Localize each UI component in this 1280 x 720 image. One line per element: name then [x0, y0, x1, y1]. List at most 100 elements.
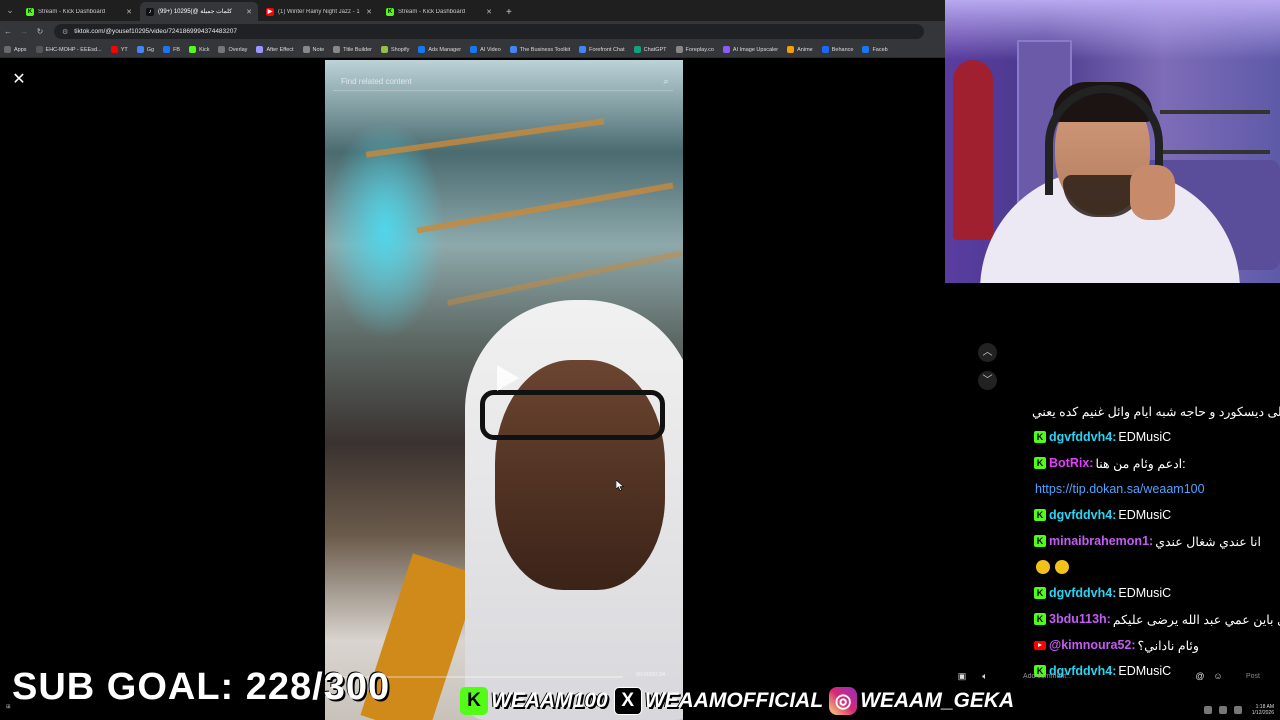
bookmark-item[interactable]: Gg — [136, 46, 154, 53]
mouse-cursor-icon — [616, 480, 624, 491]
tab-search-icon[interactable]: ⌄ — [0, 0, 20, 21]
emoji-icon[interactable]: ☺ — [1211, 669, 1225, 683]
related-search-input[interactable] — [341, 76, 659, 86]
bookmark-item[interactable]: After Effect — [256, 46, 294, 53]
bookmark-item[interactable]: Title Builder — [333, 46, 372, 53]
chevron-up-icon[interactable]: ︿ — [978, 343, 997, 362]
bookmark-item[interactable]: Behance — [821, 46, 853, 53]
browser-tab[interactable]: ♪ (99+) كلمات جميلة @)10295 ✕ — [140, 2, 258, 21]
post-button[interactable]: Post — [1246, 673, 1260, 680]
bookmark-item[interactable]: Forefront Chat — [579, 46, 625, 53]
tab-close-icon[interactable]: ✕ — [126, 8, 132, 16]
system-clock[interactable]: 1:18 AM 1/12/2026 — [1252, 704, 1274, 716]
social-handle: ◎ WEAAM_GEKA — [829, 687, 1014, 715]
bookmark-item[interactable]: The Business Toolkit — [509, 46, 570, 53]
bookmark-item[interactable]: Faceb — [862, 46, 888, 53]
bookmark-item[interactable]: EHC-MOHP - EEEsd... — [35, 46, 102, 53]
bookmark-favicon-icon — [579, 46, 587, 53]
comment-input[interactable] — [1023, 672, 1193, 680]
bookmark-item[interactable]: Shopify — [381, 46, 409, 53]
bookmark-favicon-icon — [110, 46, 118, 53]
bookmark-favicon-icon — [787, 46, 795, 53]
search-icon[interactable]: ⌕ — [659, 76, 673, 87]
bookmark-item[interactable]: Foreplay.co — [675, 46, 714, 53]
tab-favicon-icon: K — [26, 7, 34, 16]
bookmark-label: Anime — [797, 46, 813, 53]
bookmark-favicon-icon — [218, 46, 226, 53]
comment-bar: ▣ 🔈︎ @ ☺ Post — [955, 665, 1280, 687]
chat-message: K3bdu113h:شغال باين عمي عبد الله يرضى عل… — [1030, 606, 1280, 632]
bookmark-favicon-icon — [418, 46, 426, 53]
chat-username[interactable]: @kimnoura52: — [1049, 638, 1136, 652]
chat-message: Kdgvfddvh4: EDMusiC — [1030, 502, 1280, 528]
bookmark-item[interactable]: Anime — [787, 46, 813, 53]
new-tab-button[interactable]: + — [500, 7, 518, 21]
bookmark-favicon-icon — [821, 46, 829, 53]
bookmark-favicon-icon — [862, 46, 870, 53]
chevron-down-icon[interactable]: ﹀ — [978, 371, 997, 390]
bookmark-label: Kick — [199, 46, 210, 53]
chat-link[interactable]: https://tip.dokan.sa/weaam100 — [1035, 482, 1205, 496]
back-button[interactable]: ← — [0, 27, 16, 36]
chat-username[interactable]: dgvfddvh4: — [1049, 508, 1116, 522]
kick-badge-icon: K — [1034, 431, 1046, 443]
site-info-icon[interactable]: ⚙ — [62, 28, 68, 36]
bookmark-item[interactable]: FB — [163, 46, 180, 53]
chat-username[interactable]: dgvfddvh4: — [1049, 586, 1116, 600]
bookmark-favicon-icon — [381, 46, 389, 53]
browser-toolbar: ← → ↻ ⚙ tiktok.com/@yousef10295/video/72… — [0, 21, 945, 42]
reload-button[interactable]: ↻ — [32, 27, 48, 36]
bookmark-favicon-icon — [136, 46, 144, 53]
bookmark-item[interactable]: Overlay — [218, 46, 247, 53]
tab-close-icon[interactable]: ✕ — [486, 8, 492, 16]
chat-message-text: EDMusiC — [1118, 430, 1172, 444]
bookmark-favicon-icon — [4, 46, 11, 53]
mention-icon[interactable]: @ — [1193, 669, 1207, 683]
bookmark-item[interactable]: AI Video — [470, 46, 501, 53]
bookmark-item[interactable]: ChatGPT — [633, 46, 667, 53]
system-tray: 1:18 AM 1/12/2026 — [1040, 700, 1280, 720]
browser-tab[interactable]: ▶ (1) Winter Rainy Night Jazz - 1 ✕ — [260, 2, 378, 21]
video-timecode: 00:00/00:34 — [636, 672, 666, 678]
chat-username[interactable]: minaibrahemon1: — [1049, 534, 1153, 548]
clipboard-icon[interactable]: ▣ — [955, 669, 969, 683]
battery-icon[interactable] — [1233, 706, 1242, 714]
bookmark-item[interactable]: Note — [302, 46, 324, 53]
url-text: tiktok.com/@yousef10295/video/7241869994… — [74, 28, 238, 35]
tab-close-icon[interactable]: ✕ — [366, 8, 372, 16]
volume-icon[interactable]: 🔈︎ — [978, 669, 992, 683]
bookmark-item[interactable]: Kick — [189, 46, 209, 53]
network-icon[interactable] — [1203, 706, 1212, 714]
address-bar[interactable]: ⚙ tiktok.com/@yousef10295/video/72418699… — [54, 24, 924, 39]
instagram-icon: ◎ — [829, 687, 858, 715]
kick-icon: K — [460, 687, 488, 715]
chat-username[interactable]: dgvfddvh4: — [1049, 430, 1116, 444]
kick-badge-icon: K — [1034, 509, 1046, 521]
chat-username[interactable]: BotRix: — [1049, 456, 1093, 470]
tab-close-icon[interactable]: ✕ — [246, 8, 252, 16]
play-icon[interactable] — [491, 362, 523, 394]
browser-tab[interactable]: K Stream - Kick Dashboard ✕ — [20, 2, 138, 21]
social-handle: K WEAAM100 — [460, 687, 608, 715]
close-video-button[interactable]: ✕ — [9, 70, 29, 90]
webcam-feed — [945, 0, 1280, 283]
x-icon: X — [613, 687, 642, 715]
browser-tab-bar: ⌄ K Stream - Kick Dashboard ✕ ♪ (99+) كلمات … — [0, 0, 945, 21]
forward-button[interactable]: → — [16, 27, 32, 36]
chat-username[interactable]: 3bdu113h: — [1049, 612, 1111, 626]
chat-message-text: EDMusiC — [1118, 586, 1172, 600]
taskbar-start[interactable]: ⊞ — [6, 704, 11, 710]
bookmark-label: Forefront Chat — [589, 46, 625, 53]
chat-message: Kminaibrahemon1: انا عندي شغال عندي — [1030, 528, 1280, 554]
clock-date: 1/12/2026 — [1251, 710, 1274, 716]
browser-tab[interactable]: K Stream - Kick Dashboard ✕ — [380, 2, 498, 21]
bookmark-item[interactable]: AI Image Upscaler — [722, 46, 778, 53]
video-frame-glasses — [480, 390, 665, 440]
bookmark-label: EHC-MOHP - EEEsd... — [45, 46, 102, 53]
tab-title: Stream - Kick Dashboard — [398, 8, 466, 15]
bookmark-item[interactable]: YT — [110, 46, 128, 53]
speaker-icon[interactable] — [1218, 706, 1227, 714]
bookmark-item[interactable]: Apps — [4, 46, 27, 53]
bookmark-item[interactable]: Ads Manager — [418, 46, 461, 53]
bookmark-favicon-icon — [333, 46, 341, 53]
